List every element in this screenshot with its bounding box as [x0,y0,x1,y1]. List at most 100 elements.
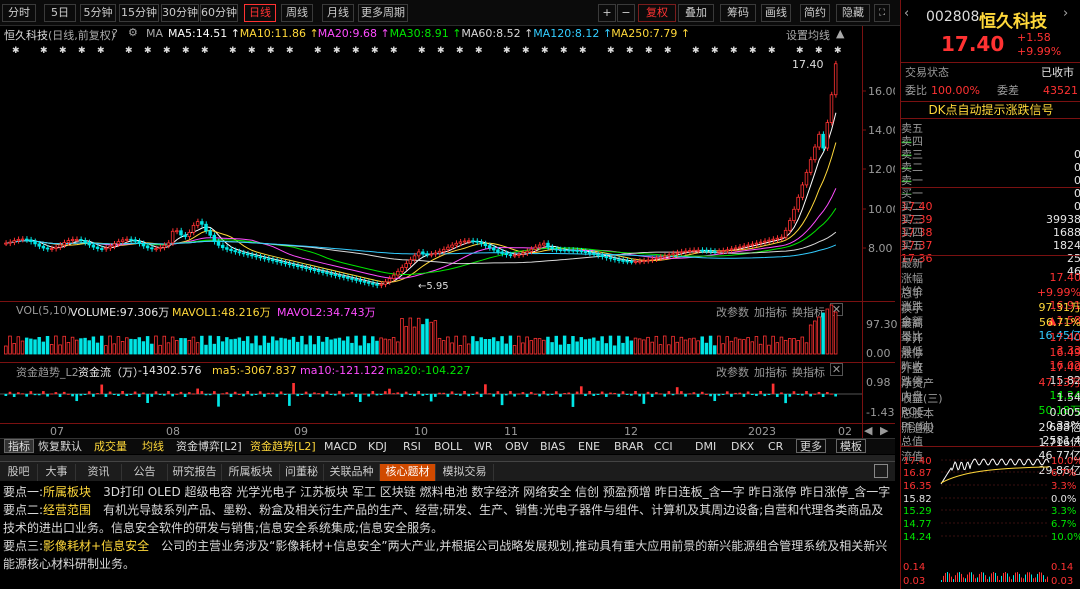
mini-axis-left: 0.03 [903,576,925,587]
back-icon[interactable]: ‹ [904,6,909,21]
candle-body [191,224,196,233]
indicator-tab-4[interactable]: 资金博弈[L2] [176,440,242,454]
indicator-tab-9[interactable]: BOLL [434,440,462,454]
info-tab-2[interactable]: 资讯 [76,464,122,481]
info-tab-4[interactable]: 研究报告 [168,464,222,481]
indicator-tab-10[interactable]: WR [474,440,493,454]
expand-icon[interactable]: ⛶ [874,4,890,22]
info-tab-8[interactable]: 核心题材 [380,464,436,481]
maximize-icon[interactable] [874,464,888,478]
fund-flow-pane[interactable]: 资金趋势_L2 资金流（万）: -14302.576 ma5:-3067.837… [0,362,895,422]
flow-bar [12,394,16,397]
signal-star-icon: ✱ [456,46,464,56]
zoom-out-button[interactable]: − [617,4,635,22]
candle-body [683,250,688,253]
overlay-button[interactable]: 叠加 [678,4,714,22]
indicator-tab-20[interactable]: 模板 [836,439,866,453]
draw-button[interactable]: 画线 [761,4,791,22]
indicator-tab-19[interactable]: 更多 [796,439,826,453]
period-tab-weekly[interactable]: 周线 [281,4,313,22]
mini-intraday-plot[interactable]: 17.4016.87 16.35 15.8215.29 14.77 14.24 0.14 0… [901,454,1080,589]
ask-row: 卖三 —0 [901,148,1080,187]
volume-bar [83,337,87,355]
period-tab-15min[interactable]: 15分钟 [119,4,159,22]
kline-plot[interactable]: 16.00 14.00 12.00 10.00 8.00 ✱ ✱ ✱ ✱ ✱ ✱ ✱ ✱ ✱ ✱ ✱ ✱ ✱ ✱ ✱ ✱… [0,26,895,301]
simple-button[interactable]: 简约 [800,4,830,22]
volume-bar [262,335,267,355]
period-tab-60min[interactable]: 60分钟 [200,4,238,22]
indicator-tab-8[interactable]: RSI [403,440,421,454]
flow-bar [125,394,129,396]
info-tab-3[interactable]: 公告 [122,464,168,481]
scroll-left-icon[interactable]: ◀ [864,424,872,437]
indicator-tab-2[interactable]: 成交量 [94,440,127,454]
indicator-tab-6[interactable]: MACD [324,440,357,454]
indicator-tab-12[interactable]: BIAS [540,440,565,454]
candle-body [508,254,513,257]
indicator-tab-14[interactable]: BRAR [614,440,644,454]
indicator-tab-0[interactable]: 指标 [4,439,34,453]
indicator-tab-15[interactable]: CCI [654,440,673,454]
info-tab-0[interactable]: 股吧 [0,464,38,481]
period-tab-30min[interactable]: 30分钟 [161,4,199,22]
mini-volume-bar [1041,572,1042,582]
signal-star-icon: ✱ [475,46,483,56]
stat-row: 最高 17.40 最低 16.02 [901,317,1080,372]
indicator-tab-16[interactable]: DMI [695,440,716,454]
flow-bar [784,394,787,404]
mini-volume-bar [945,572,946,582]
indicator-tab-18[interactable]: CR [768,440,783,454]
flow-bar [350,391,354,394]
candle-body [808,159,813,173]
period-tab-monthly[interactable]: 月线 [322,4,354,22]
info-tab-1[interactable]: 大事 [38,464,76,481]
dk-signal-link[interactable]: DK点自动提示涨跌信号 [901,101,1080,119]
indicator-tab-17[interactable]: DKX [731,440,754,454]
indicator-tab-3[interactable]: 均线 [142,440,164,454]
period-tab-5min[interactable]: 5分钟 [80,4,116,22]
indicator-tab-11[interactable]: OBV [505,440,528,454]
period-tab-daily[interactable]: 日线 [244,4,276,22]
volume-bar [170,336,175,355]
info-tab-9[interactable]: 模拟交易 [436,464,494,481]
hide-button[interactable]: 隐藏 [836,4,870,22]
volume-plot[interactable] [0,302,895,362]
candle-body [687,250,692,252]
mini-volume-bar [951,576,952,582]
forward-icon[interactable]: › [1063,6,1068,21]
volume-bar [683,339,688,355]
mini-intraday-chart[interactable]: 17.40 16.87 16.35 15.82 15.29 14.77 14.24 0.14 0… [901,454,1080,589]
chips-button[interactable]: 筹码 [720,4,756,22]
zoom-in-button[interactable]: + [598,4,616,22]
volume-bar [312,344,317,355]
candle-body [704,249,709,252]
flow-bar [162,394,166,396]
flow-bar [187,392,191,394]
flow-bar [313,392,316,394]
scroll-right-icon[interactable]: ▶ [880,424,888,437]
info-tab-6[interactable]: 问董秘 [280,464,324,481]
period-tab-fenshi[interactable]: 分时 [2,4,36,22]
volume-pane[interactable]: VOL(5,10) VOLUME:97.306万 MAVOL1:48.216万 … [0,302,898,362]
flow-bar [463,391,466,394]
candle-body [667,254,671,257]
flow-bar [534,393,537,395]
period-tab-5day[interactable]: 5日 [44,4,76,22]
indicator-tab-13[interactable]: ENE [578,440,600,454]
fund-flow-plot[interactable] [0,362,895,422]
indicator-tab-1[interactable]: 恢复默认 [38,440,82,454]
adjust-button[interactable]: 复权 [638,4,676,22]
info-tab-7[interactable]: 关联品种 [324,464,380,481]
flow-bar [258,391,262,394]
flow-bar [4,394,8,396]
volume-bar [195,342,200,355]
level-label: 买二 [901,200,923,213]
mini-axis-left: 14.77 [903,519,932,530]
volume-bar [91,336,96,355]
info-tab-5[interactable]: 所属板块 [222,464,280,481]
candle-body [783,229,788,238]
indicator-tab-7[interactable]: KDJ [368,440,387,454]
kline-chart[interactable]: 恒久科技 (日线,前复权) ? ⚙ MA MA5:14.51 ↑ MA10:11.… [0,26,895,301]
more-periods-button[interactable]: 更多周期 [358,4,408,22]
indicator-tab-5[interactable]: 资金趋势[L2] [250,440,316,454]
